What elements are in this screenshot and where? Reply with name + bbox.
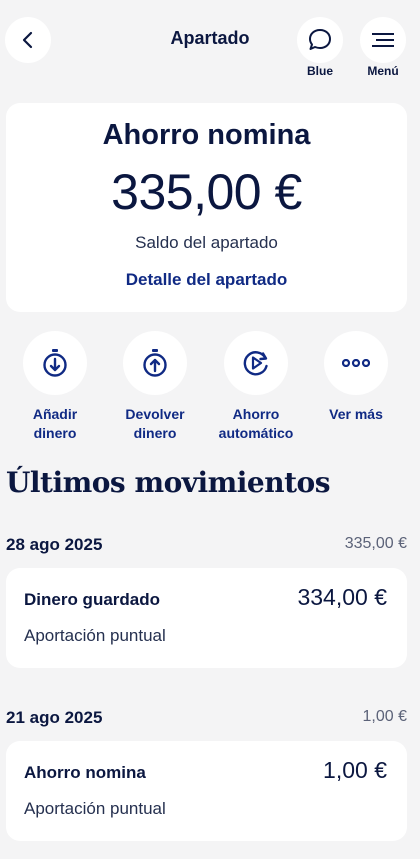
movement-card[interactable]: Ahorro nomina 1,00 € Aportación puntual xyxy=(6,741,407,841)
add-money-button[interactable]: Añadir dinero xyxy=(5,331,105,443)
movement-date: 21 ago 2025 xyxy=(6,708,103,727)
see-more-label: Ver más xyxy=(329,406,383,422)
movement-date-row: 21 ago 2025 1,00 € xyxy=(6,708,407,732)
movement-day-total: 335,00 € xyxy=(344,535,407,552)
return-money-button[interactable]: Devolver dinero xyxy=(105,331,205,443)
more-dots-icon xyxy=(342,359,370,367)
menu-button[interactable] xyxy=(360,17,406,63)
auto-saving-button[interactable]: Ahorro automático xyxy=(206,331,306,443)
auto-play-icon xyxy=(243,351,268,376)
balance-subtitle: Saldo del apartado xyxy=(135,233,278,252)
blue-label: Blue xyxy=(306,64,333,78)
balance-card: Ahorro nomina 335,00 € Saldo del apartad… xyxy=(6,103,407,312)
movement-amount: 1,00 € xyxy=(323,757,387,783)
chat-bubble-icon xyxy=(309,29,331,50)
page-title: Apartado xyxy=(170,28,250,48)
balance-amount: 335,00 € xyxy=(111,164,302,220)
auto-saving-label: Ahorro automático xyxy=(218,406,294,441)
movement-amount: 334,00 € xyxy=(297,584,387,610)
return-money-label: Devolver dinero xyxy=(125,406,185,441)
movement-card[interactable]: Dinero guardado 334,00 € Aportación punt… xyxy=(6,568,407,668)
blue-chat-button[interactable] xyxy=(297,17,343,63)
menu-label: Menú xyxy=(367,64,399,78)
movement-title: Dinero guardado xyxy=(24,590,161,609)
saving-name: Ahorro nomina xyxy=(102,119,311,151)
hamburger-menu-icon xyxy=(372,33,394,47)
movement-day-total: 1,00 € xyxy=(362,708,407,725)
movements-title: Últimos movimientos xyxy=(6,466,330,499)
stopwatch-up-icon xyxy=(143,349,167,377)
movement-title: Ahorro nomina xyxy=(24,763,146,782)
stopwatch-down-icon xyxy=(43,349,67,377)
movement-date: 28 ago 2025 xyxy=(6,535,103,554)
add-money-label: Añadir dinero xyxy=(32,406,78,441)
movement-date-row: 28 ago 2025 335,00 € xyxy=(6,535,407,559)
detail-link[interactable]: Detalle del apartado xyxy=(6,270,407,290)
movement-subtitle: Aportación puntual xyxy=(24,626,166,645)
see-more-button[interactable]: Ver más xyxy=(306,331,406,424)
movement-subtitle: Aportación puntual xyxy=(24,799,166,818)
